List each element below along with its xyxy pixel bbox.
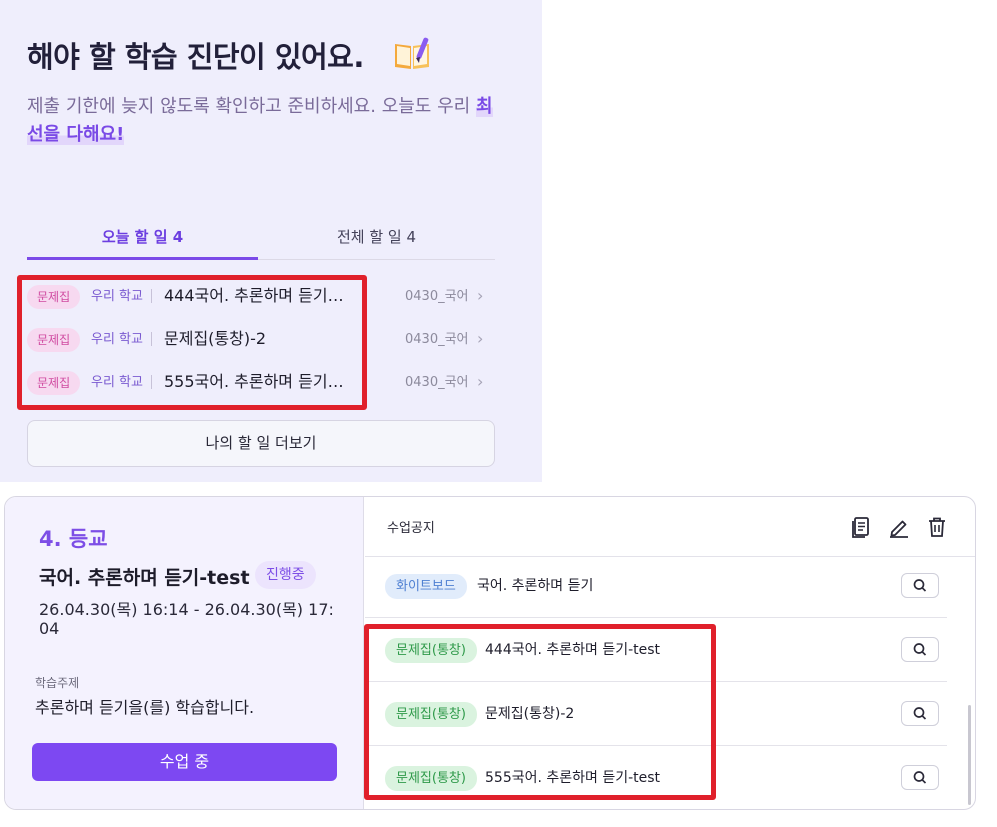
search-icon <box>913 643 927 656</box>
tab-all[interactable]: 전체 할 일 4 <box>261 222 492 260</box>
topic-label: 학습주제 <box>35 676 80 690</box>
page-title: 해야 할 학습 진단이 있어요. <box>27 40 364 74</box>
highlight-box <box>17 275 367 410</box>
lesson-title: 국어. 추론하며 듣기-test <box>39 567 250 589</box>
notice-header: 수업공지 <box>365 497 975 557</box>
document-icon[interactable] <box>849 515 873 539</box>
more-todo-button[interactable]: 나의 할 일 더보기 <box>27 420 495 467</box>
search-button[interactable] <box>901 637 939 662</box>
tab-today[interactable]: 오늘 할 일 4 <box>27 222 258 260</box>
scrollbar[interactable] <box>968 705 971 805</box>
period-label: 4. 등교 <box>39 527 108 551</box>
search-icon <box>913 707 927 720</box>
search-button[interactable] <box>901 765 939 790</box>
book-pencil-icon <box>395 37 429 69</box>
chevron-right-icon: › <box>477 372 484 391</box>
trash-icon[interactable] <box>925 515 949 539</box>
notice-title: 수업공지 <box>387 521 435 536</box>
task-class: 0430_국어 <box>405 375 469 390</box>
tab-bar: 오늘 할 일 4 전체 할 일 4 <box>27 222 495 260</box>
chevron-right-icon: › <box>477 286 484 305</box>
topic-text: 추론하며 듣기을(를) 학습합니다. <box>35 698 255 717</box>
item-title: 국어. 추론하며 듣기 <box>477 578 594 594</box>
search-icon <box>913 579 927 592</box>
chevron-right-icon: › <box>477 329 484 348</box>
subtitle: 제출 기한에 늦지 않도록 확인하고 준비하세요. 오늘도 우리 최선을 다해요… <box>27 96 493 145</box>
edit-icon[interactable] <box>887 515 911 539</box>
task-class: 0430_국어 <box>405 289 469 304</box>
highlight-box <box>364 624 716 800</box>
search-icon <box>913 771 927 784</box>
task-class: 0430_국어 <box>405 332 469 347</box>
lesson-info: 4. 등교 국어. 추론하며 듣기-test 진행중 26.04.30(목) 1… <box>5 497 364 809</box>
search-button[interactable] <box>901 701 939 726</box>
lesson-time: 26.04.30(목) 16:14 - 26.04.30(목) 17:04 <box>39 600 334 638</box>
in-class-button[interactable]: 수업 중 <box>32 743 337 781</box>
notice-item[interactable]: 화이트보드 국어. 추론하며 듣기 <box>365 554 947 618</box>
item-badge: 화이트보드 <box>385 574 467 599</box>
search-button[interactable] <box>901 573 939 598</box>
status-badge: 진행중 <box>255 561 316 589</box>
